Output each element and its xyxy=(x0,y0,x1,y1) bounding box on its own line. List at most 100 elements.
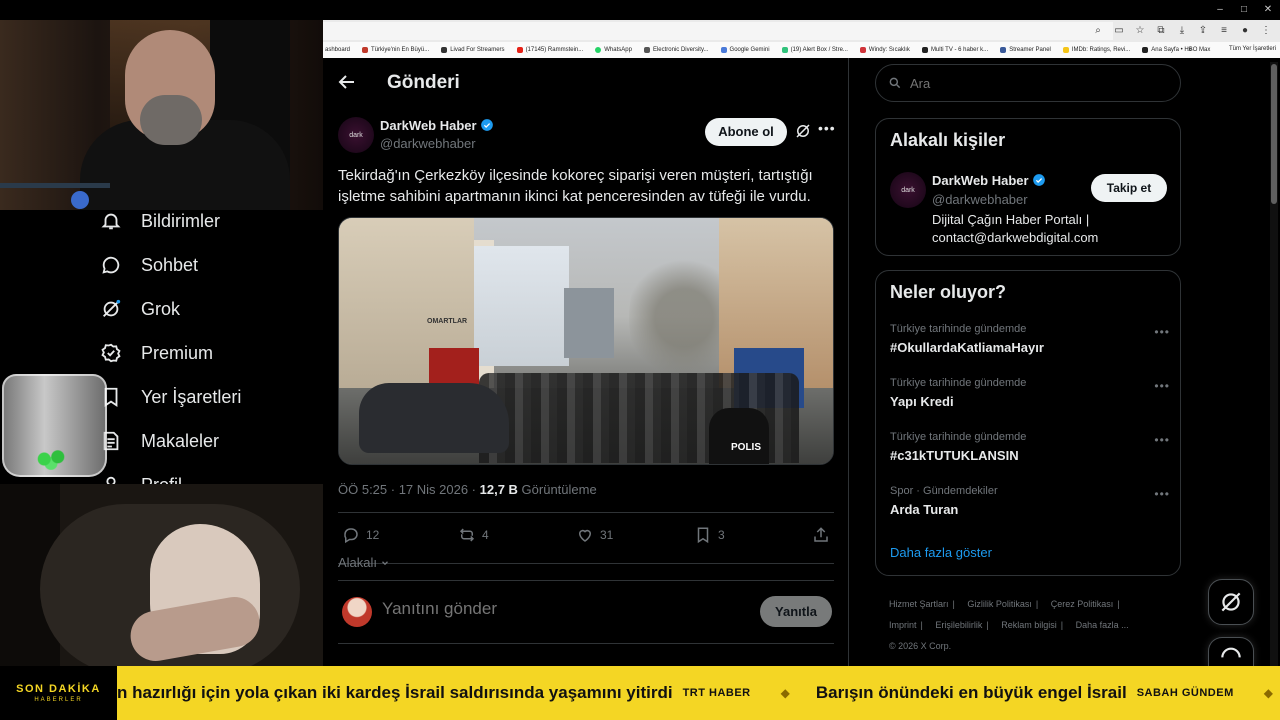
grok-icon[interactable] xyxy=(794,122,812,140)
trend-category: Türkiye tarihinde gündemde xyxy=(890,431,1027,443)
bookmark-label: Türkiye'nin En Büyü... xyxy=(371,47,430,53)
avatar xyxy=(342,597,372,627)
ticker-separator-icon: ◆ xyxy=(780,686,790,700)
nav-item-premium[interactable]: Premium xyxy=(100,338,213,368)
person-handle[interactable]: @darkwebhaber xyxy=(932,192,1028,207)
search-box[interactable] xyxy=(875,64,1181,102)
bookmark-label: Livad For Streamers xyxy=(450,47,505,53)
back-arrow-icon[interactable] xyxy=(335,70,359,94)
footer-link[interactable]: Reklam bilgisi xyxy=(1001,620,1057,630)
grok-icon xyxy=(103,299,121,317)
more-options-icon[interactable]: ••• xyxy=(1154,379,1170,393)
bookmark-item[interactable]: Ana Sayfa • HBO Max xyxy=(1142,47,1210,53)
download-icon[interactable]: ⤓ xyxy=(1176,22,1188,40)
reply-input[interactable] xyxy=(382,599,702,619)
bookmark-item[interactable]: Electronic Diversity... xyxy=(643,47,709,53)
share-action[interactable] xyxy=(812,526,830,544)
nav-item-notifications[interactable]: Bildirimler xyxy=(100,206,220,236)
bookmark-item[interactable]: Google Gemini xyxy=(720,47,770,53)
ticker-source: TRT HABER xyxy=(682,687,751,699)
maximize-button[interactable]: □ xyxy=(1232,0,1256,20)
nav-item-articles[interactable]: Makaleler xyxy=(100,426,219,456)
follow-button[interactable]: Takip et xyxy=(1091,174,1167,202)
tweet-timestamp[interactable]: ÖÖ 5:25 · 17 Nis 2026 · xyxy=(338,482,480,497)
author-handle[interactable]: @darkwebhaber xyxy=(380,136,476,151)
bookmark-action[interactable]: 3 xyxy=(694,526,725,544)
avatar[interactable]: dark xyxy=(338,117,374,153)
nav-item-bookmarks[interactable]: Yer İşaretleri xyxy=(100,382,241,412)
all-bookmarks-folder[interactable]: Tüm Yer İşaretleri xyxy=(1229,46,1276,52)
search-input[interactable] xyxy=(910,75,1150,91)
trend-item[interactable]: Türkiye tarihinde gündemde #OkullardaKat… xyxy=(890,323,1170,367)
reply-sort-dropdown[interactable]: Alakalı xyxy=(338,555,390,570)
more-options-icon[interactable]: ••• xyxy=(1154,487,1170,501)
image-sign-text: OMARTLAR xyxy=(427,318,468,325)
trend-item[interactable]: Spor · Gündemdekiler Arda Turan ••• xyxy=(890,485,1170,529)
profile-avatar-icon[interactable]: ● xyxy=(1239,22,1251,40)
ticker-track: n hazırlığı için yola çıkan iki kardeş İ… xyxy=(117,666,1280,720)
page-scrollbar[interactable] xyxy=(1270,62,1278,666)
cast-icon[interactable]: ▭ xyxy=(1113,22,1125,40)
scrollbar-thumb[interactable] xyxy=(1271,64,1277,204)
close-window-button[interactable]: ✕ xyxy=(1256,0,1280,20)
repost-count: 4 xyxy=(482,528,489,542)
star-icon[interactable]: ☆ xyxy=(1134,22,1146,40)
footer-link[interactable]: Daha fazla ... xyxy=(1076,620,1129,630)
url-field[interactable] xyxy=(323,22,1113,40)
window-controls: – □ ✕ xyxy=(1208,0,1280,20)
footer-link[interactable]: Çerez Politikası xyxy=(1051,599,1114,609)
grok-float-button[interactable] xyxy=(1208,579,1254,625)
bookmark-item[interactable]: WhatsApp xyxy=(595,47,632,53)
person-name[interactable]: DarkWeb Haber xyxy=(932,173,1046,188)
trend-category: Türkiye tarihinde gündemde xyxy=(890,377,1027,389)
reply-button[interactable]: Yanıtla xyxy=(760,596,832,627)
tweet-text: Tekirdağ'ın Çerkezköy ilçesinde kokoreç … xyxy=(338,167,813,205)
author-name[interactable]: DarkWeb Haber xyxy=(380,118,494,133)
more-options-icon[interactable]: ••• xyxy=(818,120,836,136)
bookmark-item[interactable]: (19) Alert Box / Stre... xyxy=(781,47,848,53)
bookmarks-bar: ashboard Türkiye'nin En Büyü... Livad Fo… xyxy=(323,42,1280,58)
reply-action[interactable]: 12 xyxy=(342,526,379,544)
tweet-author: dark DarkWeb Haber @darkwebhaber Abone o… xyxy=(338,116,838,156)
footer-link[interactable]: Gizlilik Politikası xyxy=(967,599,1032,609)
share-icon[interactable]: ⇪ xyxy=(1197,22,1209,40)
avatar[interactable]: dark xyxy=(890,172,926,208)
view-count: 12,7 B xyxy=(479,482,518,497)
footer-link[interactable]: Erişilebilirlik xyxy=(935,620,982,630)
bookmark-item[interactable]: Livad For Streamers xyxy=(441,47,505,53)
more-options-icon[interactable]: ••• xyxy=(1154,433,1170,447)
bookmark-item[interactable]: Türkiye'nin En Büyü... xyxy=(362,47,429,53)
show-more-link[interactable]: Daha fazla göster xyxy=(890,545,992,560)
nav-item-grok[interactable]: Grok xyxy=(100,294,180,324)
more-options-icon[interactable]: ••• xyxy=(1154,325,1170,339)
tune-icon[interactable]: ≡ xyxy=(1218,22,1230,40)
menu-icon[interactable]: ⋮ xyxy=(1260,22,1272,40)
bookmark-item[interactable]: IMDb: Ratings, Revi... xyxy=(1062,47,1130,53)
reply-icon xyxy=(344,528,358,544)
extensions-icon[interactable]: ⧉ xyxy=(1155,22,1167,40)
nav-item-chat[interactable]: Sohbet xyxy=(100,250,198,280)
bookmark-favicon-icon xyxy=(595,47,602,53)
like-action[interactable]: 31 xyxy=(576,526,613,544)
bookmark-item[interactable]: ashboard xyxy=(325,47,350,53)
subscribe-button[interactable]: Abone ol xyxy=(705,118,787,146)
ticker-badge: SON DAKİKA HABERLER xyxy=(0,666,117,720)
bookmark-item[interactable]: Streamer Panel xyxy=(1000,47,1051,53)
footer-link[interactable]: Hizmet Şartları xyxy=(889,599,949,609)
tweet-meta: ÖÖ 5:25 · 17 Nis 2026 · 12,7 B Görüntüle… xyxy=(338,482,597,497)
footer-link[interactable]: Imprint xyxy=(889,620,917,630)
trend-item[interactable]: Türkiye tarihinde gündemde Yapı Kredi ••… xyxy=(890,377,1170,421)
bookmarks-overflow-button[interactable]: » xyxy=(1188,46,1192,53)
webcam-indicator-dot xyxy=(71,191,89,209)
bookmark-item[interactable]: (17145) Rammstein... xyxy=(516,47,583,53)
bookmark-item[interactable]: Windy: Sıcaklık xyxy=(859,47,910,53)
trend-item[interactable]: Türkiye tarihinde gündemde #c31kTUTUKLAN… xyxy=(890,431,1170,475)
bookmark-item[interactable]: Multi TV - 6 haber k... xyxy=(921,47,988,53)
bell-icon xyxy=(101,213,121,230)
right-sidebar: Alakalı kişiler dark DarkWeb Haber @dark… xyxy=(849,58,1269,666)
repost-action[interactable]: 4 xyxy=(458,526,489,544)
tweet-image[interactable]: OMARTLAR POLIS xyxy=(338,217,834,465)
zoom-icon[interactable]: ⌕ xyxy=(1092,22,1104,40)
minimize-button[interactable]: – xyxy=(1208,0,1232,20)
messages-float-button[interactable] xyxy=(1208,637,1254,667)
